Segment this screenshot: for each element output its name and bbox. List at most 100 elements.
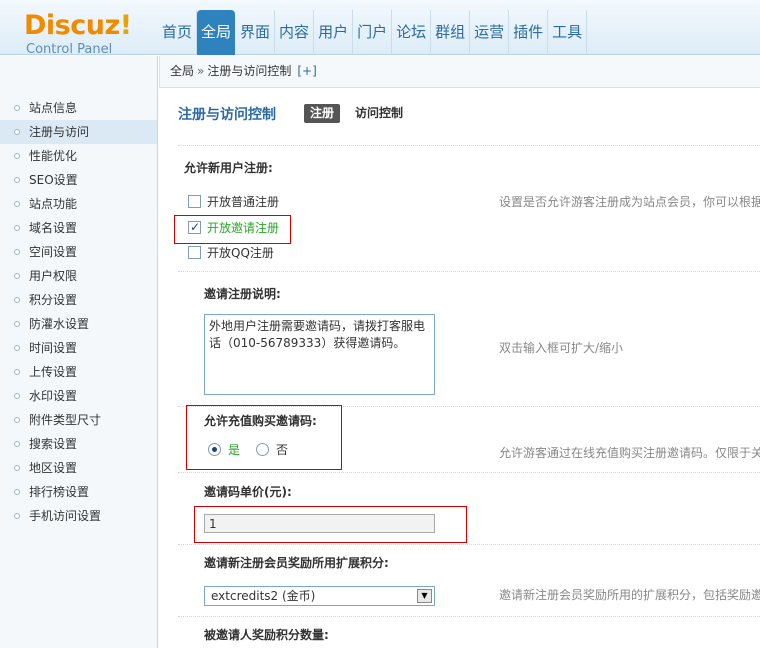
breadcrumb-separator: » <box>197 64 205 78</box>
top-header: Discuz! Control Panel 首页 全局 界面 内容 用户 门户 论坛 群组 运营… <box>0 0 760 58</box>
invite-desc-tip: 双击输入框可扩大/缩小 <box>499 341 624 355</box>
sidebar-item-label: 积分设置 <box>29 293 78 307</box>
divider <box>178 472 760 473</box>
sidebar-item-11[interactable]: 上传设置 <box>0 360 157 384</box>
bullet-icon <box>14 321 20 327</box>
divider <box>178 145 760 146</box>
sidebar-item-6[interactable]: 空间设置 <box>0 240 157 264</box>
bullet-icon <box>14 417 20 423</box>
sidebar-item-13[interactable]: 附件类型尺寸 <box>0 408 157 432</box>
allow-register-tip: 设置是否允许游客注册成为站点会员，你可以根据 <box>499 195 760 209</box>
sidebar-item-7[interactable]: 用户权限 <box>0 264 157 288</box>
nav-item-8[interactable]: 运营 <box>470 10 510 55</box>
breadcrumb-root[interactable]: 全局 <box>170 64 194 78</box>
sidebar-item-label: SEO设置 <box>29 173 78 187</box>
bullet-icon <box>14 297 20 303</box>
nav-item-6[interactable]: 论坛 <box>392 10 432 55</box>
highlight-box-invite-price <box>194 506 467 543</box>
bullet-icon <box>14 393 20 399</box>
buy-invite-tip: 允许游客通过在线充值购买注册邀请码。仅限于关 <box>499 446 760 460</box>
chevron-down-icon[interactable]: ▼ <box>417 589 432 603</box>
bullet-icon <box>14 201 20 207</box>
invitee-reward-label: 被邀请人奖励积分数量: <box>204 628 329 642</box>
nav-item-7[interactable]: 群组 <box>431 10 471 55</box>
nav-item-2[interactable]: 界面 <box>236 10 276 55</box>
tab-access-control[interactable]: 访问控制 <box>355 104 403 123</box>
reward-credit-selected: extcredits2 (金币) <box>211 589 316 603</box>
sidebar-item-10[interactable]: 时间设置 <box>0 336 157 360</box>
sidebar-item-16[interactable]: 排行榜设置 <box>0 480 157 504</box>
reward-credit-tip: 邀请新注册会员奖励所用的扩展积分，包括奖励邀 <box>499 588 760 602</box>
sidebar-item-4[interactable]: 站点功能 <box>0 192 157 216</box>
bullet-icon <box>14 441 20 447</box>
bullet-icon <box>14 369 20 375</box>
bullet-icon <box>14 465 20 471</box>
bullet-icon <box>14 345 20 351</box>
nav-item-5[interactable]: 门户 <box>353 10 393 55</box>
sidebar-item-17[interactable]: 手机访问设置 <box>0 504 157 528</box>
logo-brand: Discuz <box>24 10 120 41</box>
sidebar-item-label: 搜索设置 <box>29 437 78 451</box>
bullet-icon <box>14 105 20 111</box>
nav-item-4[interactable]: 用户 <box>314 10 354 55</box>
page-title: 注册与访问控制 <box>178 107 276 123</box>
bullet-icon <box>14 249 20 255</box>
checkbox-qq-register[interactable]: 开放QQ注册 <box>188 245 274 261</box>
nav-item-3[interactable]: 内容 <box>275 10 315 55</box>
divider <box>178 544 760 545</box>
sidebar-item-label: 附件类型尺寸 <box>29 413 102 427</box>
invite-price-label: 邀请码单价(元): <box>204 485 292 499</box>
sidebar-item-8[interactable]: 积分设置 <box>0 288 157 312</box>
checkbox-qq-register-box[interactable] <box>188 246 201 259</box>
reward-credit-select[interactable]: extcredits2 (金币) ▼ <box>204 586 435 606</box>
breadcrumb-current: 注册与访问控制 <box>207 64 292 78</box>
nav-item-10[interactable]: 工具 <box>548 10 588 55</box>
sidebar-item-label: 注册与访问 <box>29 125 90 139</box>
sidebar-item-15[interactable]: 地区设置 <box>0 456 157 480</box>
sidebar-item-9[interactable]: 防灌水设置 <box>0 312 157 336</box>
add-shortcut-button[interactable]: [+] <box>297 64 316 78</box>
sidebar: 站点信息注册与访问性能优化 SEO设置站点功能域名设置 空间设置 用户权限积分设置防灌… <box>0 56 158 648</box>
checkbox-normal-register-label: 开放普通注册 <box>207 195 280 209</box>
sidebar-item-14[interactable]: 搜索设置 <box>0 432 157 456</box>
bullet-icon <box>14 225 20 231</box>
sidebar-item-1[interactable]: 注册与访问 <box>0 120 157 144</box>
main-content: 注册与访问控制 注册 访问控制 允许新用户注册: 设置是否允许游客注册成为站点会… <box>159 89 760 648</box>
checkbox-normal-register[interactable]: 开放普通注册 <box>188 194 279 210</box>
sidebar-item-label: 时间设置 <box>29 341 78 355</box>
bullet-icon <box>14 153 20 159</box>
allow-register-label: 允许新用户注册: <box>184 161 273 175</box>
sidebar-item-label: 水印设置 <box>29 389 78 403</box>
sidebar-item-5[interactable]: 域名设置 <box>0 216 157 240</box>
divider <box>178 271 760 272</box>
divider <box>178 616 760 617</box>
bullet-icon <box>14 273 20 279</box>
highlight-box-invite-register <box>174 215 291 244</box>
sidebar-item-12[interactable]: 水印设置 <box>0 384 157 408</box>
highlight-box-buy-invite <box>186 405 342 470</box>
sidebar-item-label: 防灌水设置 <box>29 317 90 331</box>
sidebar-item-label: 性能优化 <box>29 149 78 163</box>
nav-item-0[interactable]: 首页 <box>158 10 198 55</box>
tab-register[interactable]: 注册 <box>304 104 341 123</box>
nav-item-1[interactable]: 全局 <box>197 10 236 55</box>
sidebar-top-strip <box>0 56 157 96</box>
sidebar-item-label: 站点信息 <box>29 101 78 115</box>
bullet-icon <box>14 129 20 135</box>
invite-desc-label: 邀请注册说明: <box>204 287 281 301</box>
sidebar-item-0[interactable]: 站点信息 <box>0 96 157 120</box>
checkbox-normal-register-box[interactable] <box>188 195 201 208</box>
nav-item-9[interactable]: 插件 <box>509 10 549 55</box>
logo-bang: ! <box>119 10 132 41</box>
bullet-icon <box>14 513 20 519</box>
sidebar-item-label: 站点功能 <box>29 197 78 211</box>
discuz-logo[interactable]: Discuz! Control Panel <box>24 10 134 58</box>
sidebar-item-label: 排行榜设置 <box>29 485 90 499</box>
top-nav: 首页 全局 界面 内容 用户 门户 论坛 群组 运营 插件 工具 <box>158 10 588 55</box>
bullet-icon <box>14 177 20 183</box>
sidebar-item-label: 上传设置 <box>29 365 78 379</box>
sidebar-item-3[interactable]: SEO设置 <box>0 168 157 192</box>
sidebar-item-2[interactable]: 性能优化 <box>0 144 157 168</box>
breadcrumb: 全局» 注册与访问控制 [+] <box>159 56 760 88</box>
invite-desc-textarea[interactable] <box>204 314 435 395</box>
